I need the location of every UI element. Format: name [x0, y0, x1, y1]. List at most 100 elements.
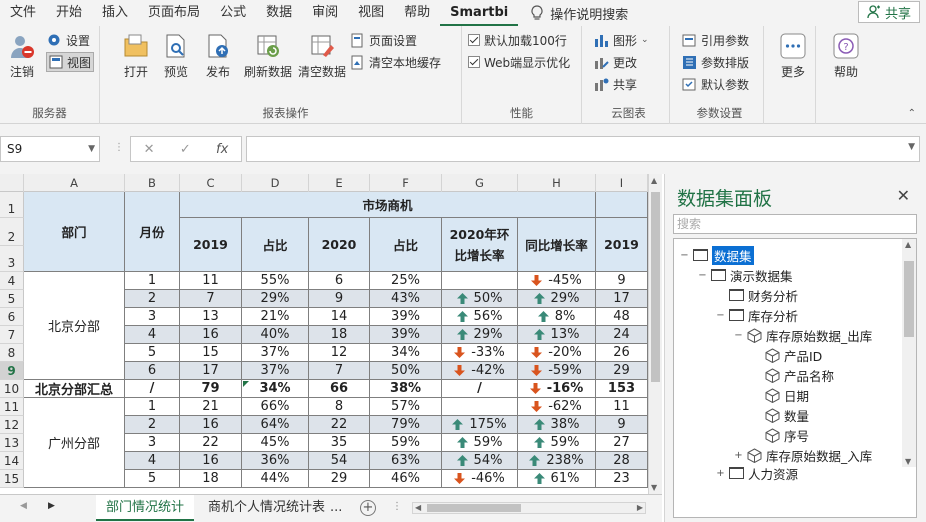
- tree-node-f2[interactable]: 产品名称: [752, 365, 834, 385]
- cell-share-2020[interactable]: 63%: [370, 452, 442, 470]
- collapse-ribbon-icon[interactable]: ⌃: [908, 108, 916, 119]
- header-c2019[interactable]: 2019: [180, 218, 242, 272]
- column-header-h[interactable]: H: [518, 174, 596, 192]
- params-layout-button[interactable]: 参数排版: [682, 52, 749, 72]
- cell-share-2019[interactable]: 29%: [242, 290, 309, 308]
- select-all-corner[interactable]: [0, 174, 24, 192]
- cell-2019[interactable]: 17: [180, 362, 242, 380]
- row-header-6[interactable]: 6: [0, 308, 24, 326]
- row-header-14[interactable]: 14: [0, 452, 24, 470]
- settings-button[interactable]: 设置: [46, 30, 90, 50]
- tree-node-in[interactable]: + 库存原始数据_入库: [734, 445, 872, 465]
- tree-scroll-down-icon[interactable]: ▼: [905, 457, 911, 466]
- help-button[interactable]: ? 帮助: [824, 32, 868, 80]
- cell-2019[interactable]: 15: [180, 344, 242, 362]
- cell-2020[interactable]: 18: [309, 326, 370, 344]
- row-header-9[interactable]: 9: [0, 362, 24, 380]
- tree-node-demo[interactable]: − 演示数据集: [698, 265, 792, 285]
- cell-share-2020[interactable]: 43%: [370, 290, 442, 308]
- cell-share-2019[interactable]: 64%: [242, 416, 309, 434]
- row-header-13[interactable]: 13: [0, 434, 24, 452]
- cell-2020[interactable]: 12: [309, 344, 370, 362]
- confirm-icon[interactable]: ✓: [180, 142, 191, 157]
- cell-yoy-growth[interactable]: 8%: [518, 308, 596, 326]
- clear-data-button[interactable]: 清空数据: [294, 32, 350, 80]
- cell-2020[interactable]: 29: [309, 470, 370, 488]
- more-button[interactable]: 更多: [772, 32, 814, 80]
- cell-2019-next[interactable]: 48: [596, 308, 648, 326]
- cell-2019-next[interactable]: 23: [596, 470, 648, 488]
- menu-view[interactable]: 视图: [348, 0, 394, 26]
- cell-share-2020[interactable]: 57%: [370, 398, 442, 416]
- cell-month[interactable]: /: [125, 380, 180, 398]
- cell-share-2019[interactable]: 55%: [242, 272, 309, 290]
- cell-2019[interactable]: 79: [180, 380, 242, 398]
- cell-mom-growth[interactable]: -33%: [442, 344, 518, 362]
- cell-month[interactable]: 2: [125, 416, 180, 434]
- tree-node-f1[interactable]: 产品ID: [752, 345, 822, 365]
- cell-yoy-growth[interactable]: -16%: [518, 380, 596, 398]
- cell-share-2020[interactable]: 59%: [370, 434, 442, 452]
- column-header-e[interactable]: E: [309, 174, 370, 192]
- scroll-thumb[interactable]: [651, 192, 660, 382]
- header-share2[interactable]: 占比: [370, 218, 442, 272]
- tree-node-root[interactable]: − 数据集: [680, 245, 754, 265]
- tree-node-hr[interactable]: + 人力资源: [716, 463, 798, 483]
- share-button[interactable]: 共享: [857, 1, 920, 23]
- scroll-up-icon[interactable]: ▲: [651, 176, 657, 185]
- cell-2019-next[interactable]: 26: [596, 344, 648, 362]
- tree-node-finance[interactable]: 财务分析: [716, 285, 798, 305]
- publish-button[interactable]: 发布: [196, 32, 240, 80]
- spreadsheet-grid[interactable]: ABCDEFGHI 1 2 3 4 5 6 7 8 9 10 11 12 13 14 15 部门 月份 市场商机…: [0, 174, 648, 494]
- cell-2019-next[interactable]: 9: [596, 272, 648, 290]
- cell-2019[interactable]: 16: [180, 326, 242, 344]
- cell-month[interactable]: 3: [125, 308, 180, 326]
- row-header-4[interactable]: 4: [0, 272, 24, 290]
- name-box[interactable]: S9 ▼: [0, 136, 100, 162]
- cell-share-2019[interactable]: 37%: [242, 362, 309, 380]
- cell-2020[interactable]: 54: [309, 452, 370, 470]
- cell-mom-growth[interactable]: 56%: [442, 308, 518, 326]
- cell-2019-next[interactable]: 24: [596, 326, 648, 344]
- open-button[interactable]: 打开: [114, 32, 158, 80]
- dept-guangzhou[interactable]: 广州分部: [24, 398, 125, 488]
- collapse-icon[interactable]: −: [716, 310, 725, 321]
- prev-sheet-icon[interactable]: ◀: [20, 501, 27, 511]
- tree-scroll-up-icon[interactable]: ▲: [905, 240, 911, 249]
- cell-share-2019[interactable]: 37%: [242, 344, 309, 362]
- cell-2019-next[interactable]: 29: [596, 362, 648, 380]
- cell-2019-next[interactable]: 17: [596, 290, 648, 308]
- cell-2019[interactable]: 16: [180, 416, 242, 434]
- cell-share-2020[interactable]: 39%: [370, 308, 442, 326]
- header-market[interactable]: 市场商机: [180, 192, 596, 218]
- cell-month[interactable]: 2: [125, 290, 180, 308]
- menu-smartbi[interactable]: Smartbi: [440, 0, 519, 26]
- cell-2019-next[interactable]: 9: [596, 416, 648, 434]
- cell-2019[interactable]: 13: [180, 308, 242, 326]
- cell-yoy-growth[interactable]: 38%: [518, 416, 596, 434]
- web-optimize-checkbox[interactable]: Web端显示优化: [468, 52, 570, 72]
- cell-2020[interactable]: 66: [309, 380, 370, 398]
- cell-share-2019[interactable]: 21%: [242, 308, 309, 326]
- cell-share-2019[interactable]: 34%: [242, 380, 309, 398]
- header-month[interactable]: 月份: [125, 192, 180, 272]
- header-share1[interactable]: 占比: [242, 218, 309, 272]
- cell-mom-growth[interactable]: 54%: [442, 452, 518, 470]
- cell-2019[interactable]: 18: [180, 470, 242, 488]
- dataset-search-input[interactable]: 搜索: [673, 214, 917, 234]
- column-header-i[interactable]: I: [596, 174, 648, 192]
- expand-icon[interactable]: +: [716, 468, 725, 479]
- collapse-icon[interactable]: −: [698, 270, 707, 281]
- cell-mom-growth[interactable]: 175%: [442, 416, 518, 434]
- cell-2019-next[interactable]: 28: [596, 452, 648, 470]
- dataset-tree[interactable]: − 数据集 − 演示数据集 财务分析 − 库存分析 − 库存原始数据_出库 产品ID 产品名称 日期数…: [673, 238, 917, 518]
- cell-share-2019[interactable]: 66%: [242, 398, 309, 416]
- tree-scroll-thumb[interactable]: [904, 261, 914, 337]
- add-sheet-icon[interactable]: +: [360, 500, 376, 516]
- formula-input[interactable]: ▼: [246, 136, 920, 162]
- cell-share-2019[interactable]: 45%: [242, 434, 309, 452]
- row-header-8[interactable]: 8: [0, 344, 24, 362]
- cell-share-2020[interactable]: 46%: [370, 470, 442, 488]
- menu-data[interactable]: 数据: [256, 0, 302, 26]
- tree-node-inventory[interactable]: − 库存分析: [716, 305, 798, 325]
